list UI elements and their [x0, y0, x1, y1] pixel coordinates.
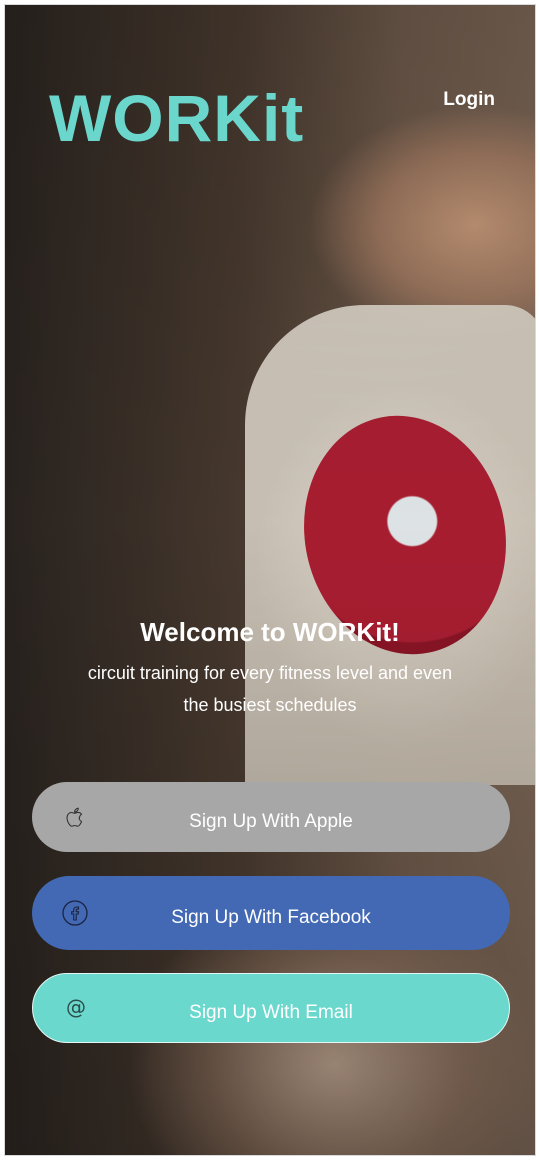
login-link[interactable]: Login — [443, 89, 495, 111]
app-logo: WORKit — [49, 81, 305, 155]
screen: WORKit Login Welcome to WORKit! circuit … — [4, 4, 536, 1156]
sign-up-facebook-label: Sign Up With Facebook — [171, 907, 371, 928]
sign-up-email-button[interactable]: @ Sign Up With Email — [32, 973, 510, 1043]
sign-up-apple-label: Sign Up With Apple — [189, 811, 353, 832]
welcome-title: Welcome to WORKit! — [140, 617, 400, 647]
facebook-icon — [62, 900, 88, 926]
welcome-tagline: circuit training for every fitness level… — [87, 663, 453, 715]
sign-up-facebook-button[interactable]: Sign Up With Facebook — [32, 876, 510, 950]
svg-text:@: @ — [66, 995, 86, 1019]
sign-up-apple-button[interactable]: Sign Up With Apple — [32, 782, 510, 852]
sign-up-email-label: Sign Up With Email — [189, 1002, 353, 1023]
at-icon: @ — [63, 995, 89, 1021]
apple-icon — [62, 804, 88, 830]
